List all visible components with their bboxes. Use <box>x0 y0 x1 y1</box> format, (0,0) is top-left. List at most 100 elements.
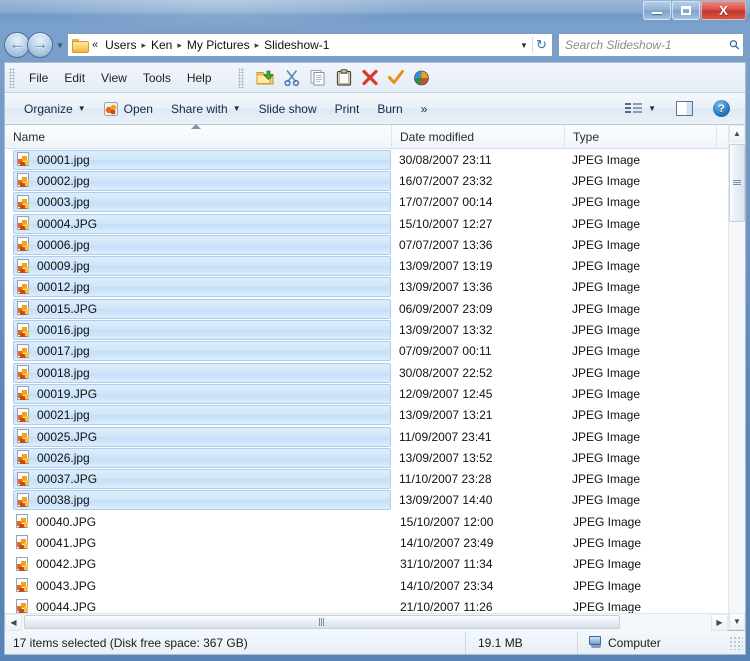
refresh-icon[interactable]: ↻ <box>532 37 550 53</box>
table-row[interactable]: 00040.JPG 15/10/2007 12:00 JPEG Image <box>5 511 728 532</box>
horizontal-scroll-track[interactable] <box>22 613 711 631</box>
search-box[interactable]: Search Slideshow-1 ⚲ <box>558 33 744 57</box>
table-row[interactable]: 00021.jpg 13/09/2007 13:21 JPEG Image <box>5 405 728 426</box>
table-row[interactable]: 00015.JPG 06/09/2007 23:09 JPEG Image <box>5 298 728 319</box>
table-row[interactable]: 00026.jpg 13/09/2007 13:52 JPEG Image <box>5 447 728 468</box>
scroll-up-button[interactable]: ▲ <box>729 125 745 142</box>
column-header-date-modified[interactable]: Date modified <box>392 125 565 148</box>
table-row[interactable]: 00016.jpg 13/09/2007 13:32 JPEG Image <box>5 319 728 341</box>
search-input[interactable]: Search Slideshow-1 <box>565 38 730 52</box>
slide-show-button[interactable]: Slide show <box>250 98 326 120</box>
help-button[interactable]: ? <box>704 96 739 121</box>
table-row[interactable]: 00038.jpg 13/09/2007 14:40 JPEG Image <box>5 490 728 511</box>
file-name-cell[interactable]: 00018.jpg <box>13 362 391 383</box>
cut-icon[interactable] <box>280 67 304 89</box>
file-name-cell[interactable]: 00038.jpg <box>13 490 391 511</box>
table-row[interactable]: 00012.jpg 13/09/2007 13:36 JPEG Image <box>5 277 728 298</box>
breadcrumb-separator-icon[interactable]: ▸ <box>253 40 262 51</box>
file-name-cell[interactable]: 00044.JPG <box>5 597 392 613</box>
menu-file[interactable]: File <box>21 68 56 88</box>
table-row[interactable]: 00002.jpg 16/07/2007 23:32 JPEG Image <box>5 170 728 191</box>
breadcrumb-item-users[interactable]: Users <box>102 37 139 53</box>
address-dropdown-icon[interactable]: ▼ <box>516 41 532 50</box>
print-button[interactable]: Print <box>326 98 369 120</box>
scroll-left-button[interactable]: ◀ <box>5 613 22 631</box>
table-row[interactable]: 00042.JPG 31/10/2007 11:34 JPEG Image <box>5 554 728 575</box>
table-row[interactable]: 00003.jpg 17/07/2007 00:14 JPEG Image <box>5 192 728 213</box>
menu-edit[interactable]: Edit <box>56 68 93 88</box>
resize-grip-icon[interactable] <box>729 635 743 650</box>
file-name-cell[interactable]: 00040.JPG <box>5 512 392 532</box>
file-name-cell[interactable]: 00017.jpg <box>13 341 391 362</box>
file-name-cell[interactable]: 00002.jpg <box>13 170 391 191</box>
file-name-cell[interactable]: 00041.JPG <box>5 533 392 553</box>
table-row[interactable]: 00025.JPG 11/09/2007 23:41 JPEG Image <box>5 426 728 447</box>
table-row[interactable]: 00006.jpg 07/07/2007 13:36 JPEG Image <box>5 234 728 255</box>
breadcrumb-separator-icon[interactable]: ▸ <box>175 40 184 51</box>
table-row[interactable]: 00037.JPG 11/10/2007 23:28 JPEG Image <box>5 468 728 490</box>
breadcrumb-separator-icon[interactable]: ▸ <box>139 40 148 51</box>
file-name-cell[interactable]: 00037.JPG <box>13 469 391 490</box>
maximize-button[interactable] <box>672 1 700 20</box>
vertical-scroll-track[interactable] <box>729 142 745 613</box>
breadcrumb-item-ken[interactable]: Ken <box>148 37 175 53</box>
menu-view[interactable]: View <box>93 68 135 88</box>
breadcrumb-previous-icon[interactable]: « <box>90 39 102 51</box>
file-list[interactable]: 00001.jpg 30/08/2007 23:11 JPEG Image 00002… <box>5 149 728 613</box>
table-row[interactable]: 00043.JPG 14/10/2007 23:34 JPEG Image <box>5 575 728 596</box>
file-name-cell[interactable]: 00009.jpg <box>13 256 391 277</box>
table-row[interactable]: 00018.jpg 30/08/2007 22:52 JPEG Image <box>5 362 728 383</box>
minimize-button[interactable] <box>643 1 671 20</box>
file-name-cell[interactable]: 00026.jpg <box>13 447 391 468</box>
delete-icon[interactable] <box>358 67 382 89</box>
vertical-scroll-thumb[interactable] <box>729 144 745 222</box>
file-name-cell[interactable]: 00016.jpg <box>13 320 391 341</box>
column-header-name[interactable]: Name <box>5 124 392 148</box>
check-icon[interactable] <box>384 67 408 89</box>
table-row[interactable]: 00019.JPG 12/09/2007 12:45 JPEG Image <box>5 383 728 404</box>
file-name-cell[interactable]: 00001.jpg <box>13 149 391 170</box>
menu-gripper[interactable] <box>9 67 15 88</box>
menu-help[interactable]: Help <box>179 68 220 88</box>
file-name-cell[interactable]: 00015.JPG <box>13 298 391 319</box>
menu-tools[interactable]: Tools <box>135 68 179 88</box>
share-with-button[interactable]: Share with ▼ <box>162 98 250 120</box>
burn-button[interactable]: Burn <box>368 98 411 120</box>
copy-icon[interactable] <box>306 67 330 89</box>
toolbar-gripper[interactable] <box>237 67 244 88</box>
file-name-cell[interactable]: 00025.JPG <box>13 426 391 447</box>
table-row[interactable]: 00009.jpg 13/09/2007 13:19 JPEG Image <box>5 255 728 277</box>
vertical-scrollbar[interactable]: ▲ ▼ <box>728 125 745 630</box>
scroll-right-button[interactable]: ▶ <box>711 613 728 631</box>
breadcrumb-item-my-pictures[interactable]: My Pictures <box>184 37 253 53</box>
table-row[interactable]: 00041.JPG 14/10/2007 23:49 JPEG Image <box>5 532 728 553</box>
open-button[interactable]: Open <box>95 98 162 120</box>
file-name-cell[interactable]: 00006.jpg <box>13 234 391 255</box>
horizontal-scrollbar[interactable]: ◀ ▶ <box>5 613 728 631</box>
file-name-cell[interactable]: 00004.JPG <box>13 213 391 234</box>
close-button[interactable]: X <box>701 1 746 20</box>
table-row[interactable]: 00017.jpg 07/09/2007 00:11 JPEG Image <box>5 341 728 362</box>
file-name-cell[interactable]: 00012.jpg <box>13 277 391 298</box>
file-name-cell[interactable]: 00003.jpg <box>13 192 391 213</box>
organize-button[interactable]: Organize ▼ <box>15 98 95 120</box>
properties-icon[interactable] <box>410 67 434 89</box>
table-row[interactable]: 00044.JPG 21/10/2007 11:26 JPEG Image <box>5 596 728 613</box>
table-row[interactable]: 00004.JPG 15/10/2007 12:27 JPEG Image <box>5 213 728 234</box>
forward-button[interactable]: → <box>27 32 53 58</box>
file-name-cell[interactable]: 00021.jpg <box>13 405 391 426</box>
file-name-cell[interactable]: 00019.JPG <box>13 383 391 404</box>
address-bar[interactable]: « Users ▸ Ken ▸ My Pictures ▸ Slideshow-… <box>67 33 553 57</box>
move-to-folder-icon[interactable] <box>254 67 278 89</box>
preview-pane-button[interactable] <box>667 97 702 120</box>
horizontal-scroll-thumb[interactable] <box>24 614 620 629</box>
file-name-cell[interactable]: 00042.JPG <box>5 554 392 574</box>
breadcrumb-item-slideshow-1[interactable]: Slideshow-1 <box>261 37 332 53</box>
views-button[interactable]: ▼ <box>616 98 665 120</box>
file-name-cell[interactable]: 00043.JPG <box>5 576 392 596</box>
scroll-down-button[interactable]: ▼ <box>729 613 745 630</box>
toolbar-overflow-button[interactable]: » <box>412 98 437 120</box>
paste-icon[interactable] <box>332 67 356 89</box>
column-header-type[interactable]: Type <box>565 125 717 148</box>
table-row[interactable]: 00001.jpg 30/08/2007 23:11 JPEG Image <box>5 149 728 170</box>
